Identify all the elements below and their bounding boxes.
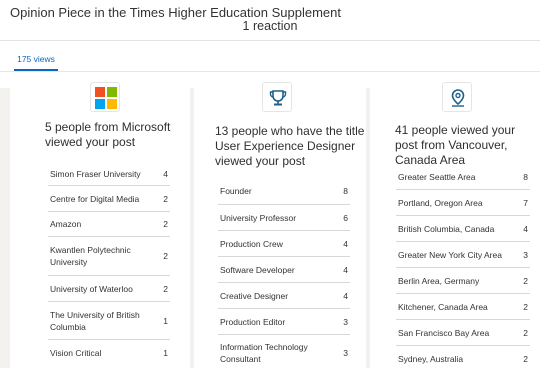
list-item[interactable]: Information Technology Consultant 3: [218, 335, 350, 368]
item-label: Berlin Area, Germany: [398, 275, 480, 286]
item-count: 2: [163, 283, 168, 294]
item-count: 4: [343, 238, 348, 249]
list-item[interactable]: Production Crew 4: [218, 231, 350, 257]
location-card: 41 people viewed your post from Vancouve…: [370, 82, 540, 368]
item-label: Sydney, Australia: [398, 354, 464, 364]
job-title-list: Founder 8 University Professor 6 Productio…: [218, 178, 350, 368]
item-label: Production Editor: [220, 316, 286, 327]
list-item[interactable]: Production Editor 3: [218, 309, 350, 335]
item-label: British Columbia, Canada: [398, 223, 495, 234]
item-count: 8: [523, 171, 528, 182]
job-title-card: 13 people who have the title User Experi…: [194, 82, 366, 368]
item-count: 3: [523, 249, 528, 260]
item-label: Software Developer: [220, 264, 295, 275]
reactions-count[interactable]: 1 reaction: [0, 19, 540, 33]
ms-red-square: [95, 87, 105, 97]
item-count: 2: [523, 327, 528, 338]
item-label: University Professor: [220, 212, 297, 223]
header-divider: [0, 40, 540, 41]
item-label: Amazon: [50, 219, 82, 229]
item-label: Creative Designer: [220, 290, 289, 301]
list-item[interactable]: San Francisco Bay Area 2: [396, 320, 530, 346]
job-title-heading[interactable]: 13 people who have the title User Experi…: [215, 124, 365, 169]
list-item[interactable]: Simon Fraser University 4: [48, 162, 170, 186]
post-title[interactable]: Opinion Piece in the Times Higher Educat…: [10, 5, 341, 20]
post-header: Opinion Piece in the Times Higher Educat…: [0, 0, 540, 88]
item-count: 2: [523, 301, 528, 312]
item-count: 4: [163, 168, 168, 179]
list-item[interactable]: Kwantlen Polytechnic University 2: [48, 237, 170, 276]
company-heading[interactable]: 5 people from Microsoft viewed your post: [45, 120, 185, 150]
item-label: Information Technology Consultant: [220, 342, 308, 364]
list-item[interactable]: Founder 8: [218, 178, 350, 205]
list-item[interactable]: Software Developer 4: [218, 257, 350, 283]
item-label: Greater Seattle Area: [398, 171, 476, 182]
item-label: Simon Fraser University: [50, 168, 141, 179]
item-count: 4: [343, 264, 348, 275]
company-card: 5 people from Microsoft viewed your post…: [10, 82, 190, 368]
ms-green-square: [107, 87, 117, 97]
tab-views[interactable]: 175 views: [14, 54, 58, 70]
item-count: 2: [523, 275, 528, 286]
location-pin-icon: [442, 82, 472, 112]
trophy-icon-svg: [269, 90, 287, 106]
item-label: Kitchener, Canada Area: [398, 301, 488, 312]
item-count: 8: [343, 186, 348, 196]
list-item[interactable]: Greater New York City Area 3: [396, 242, 530, 268]
location-pin-icon-svg: [451, 89, 465, 107]
location-list: Greater Seattle Area 8 Portland, Oregon A…: [396, 164, 530, 368]
item-label: Production Crew: [220, 238, 283, 249]
item-label: San Francisco Bay Area: [398, 327, 490, 338]
list-item[interactable]: Creative Designer 4: [218, 283, 350, 309]
item-label: University of Waterloo: [50, 283, 133, 294]
item-label: Vision Critical: [50, 348, 102, 358]
item-count: 1: [163, 315, 168, 326]
item-label: Kwantlen Polytechnic University: [50, 245, 131, 267]
list-item[interactable]: Portland, Oregon Area 7: [396, 190, 530, 216]
list-item[interactable]: Vision Critical 1: [48, 340, 170, 366]
list-item[interactable]: Sydney, Australia 2: [396, 346, 530, 368]
item-count: 3: [343, 348, 348, 358]
company-list: Simon Fraser University 4 Centre for Digi…: [48, 162, 170, 366]
location-heading[interactable]: 41 people viewed your post from Vancouve…: [395, 123, 540, 168]
item-count: 3: [343, 316, 348, 327]
list-item[interactable]: University Professor 6: [218, 205, 350, 231]
item-count: 4: [343, 290, 348, 301]
item-count: 2: [163, 193, 168, 204]
list-item[interactable]: Greater Seattle Area 8: [396, 164, 530, 190]
item-label: The University of British Columbia: [50, 309, 140, 332]
item-label: Greater New York City Area: [398, 249, 502, 260]
item-count: 4: [523, 223, 528, 234]
item-count: 6: [343, 212, 348, 223]
list-item[interactable]: University of Waterloo 2: [48, 276, 170, 302]
list-item[interactable]: Kitchener, Canada Area 2: [396, 294, 530, 320]
item-label: Founder: [220, 186, 252, 196]
item-count: 2: [163, 251, 168, 261]
list-item[interactable]: Centre for Digital Media 2: [48, 186, 170, 212]
item-count: 2: [523, 354, 528, 364]
item-count: 7: [523, 197, 528, 208]
ms-yellow-square: [107, 99, 117, 109]
tabs-divider: [0, 71, 540, 72]
list-item[interactable]: Berlin Area, Germany 2: [396, 268, 530, 294]
list-item[interactable]: British Columbia, Canada 4: [396, 216, 530, 242]
microsoft-logo: [90, 82, 120, 112]
microsoft-logo-grid: [95, 87, 117, 109]
item-count: 1: [163, 348, 168, 358]
list-item[interactable]: Amazon 2: [48, 212, 170, 237]
trophy-icon: [262, 82, 292, 112]
item-label: Portland, Oregon Area: [398, 197, 483, 208]
item-count: 2: [163, 219, 168, 229]
list-item[interactable]: The University of British Columbia 1: [48, 302, 170, 340]
item-label: Centre for Digital Media: [50, 193, 140, 204]
ms-blue-square: [95, 99, 105, 109]
